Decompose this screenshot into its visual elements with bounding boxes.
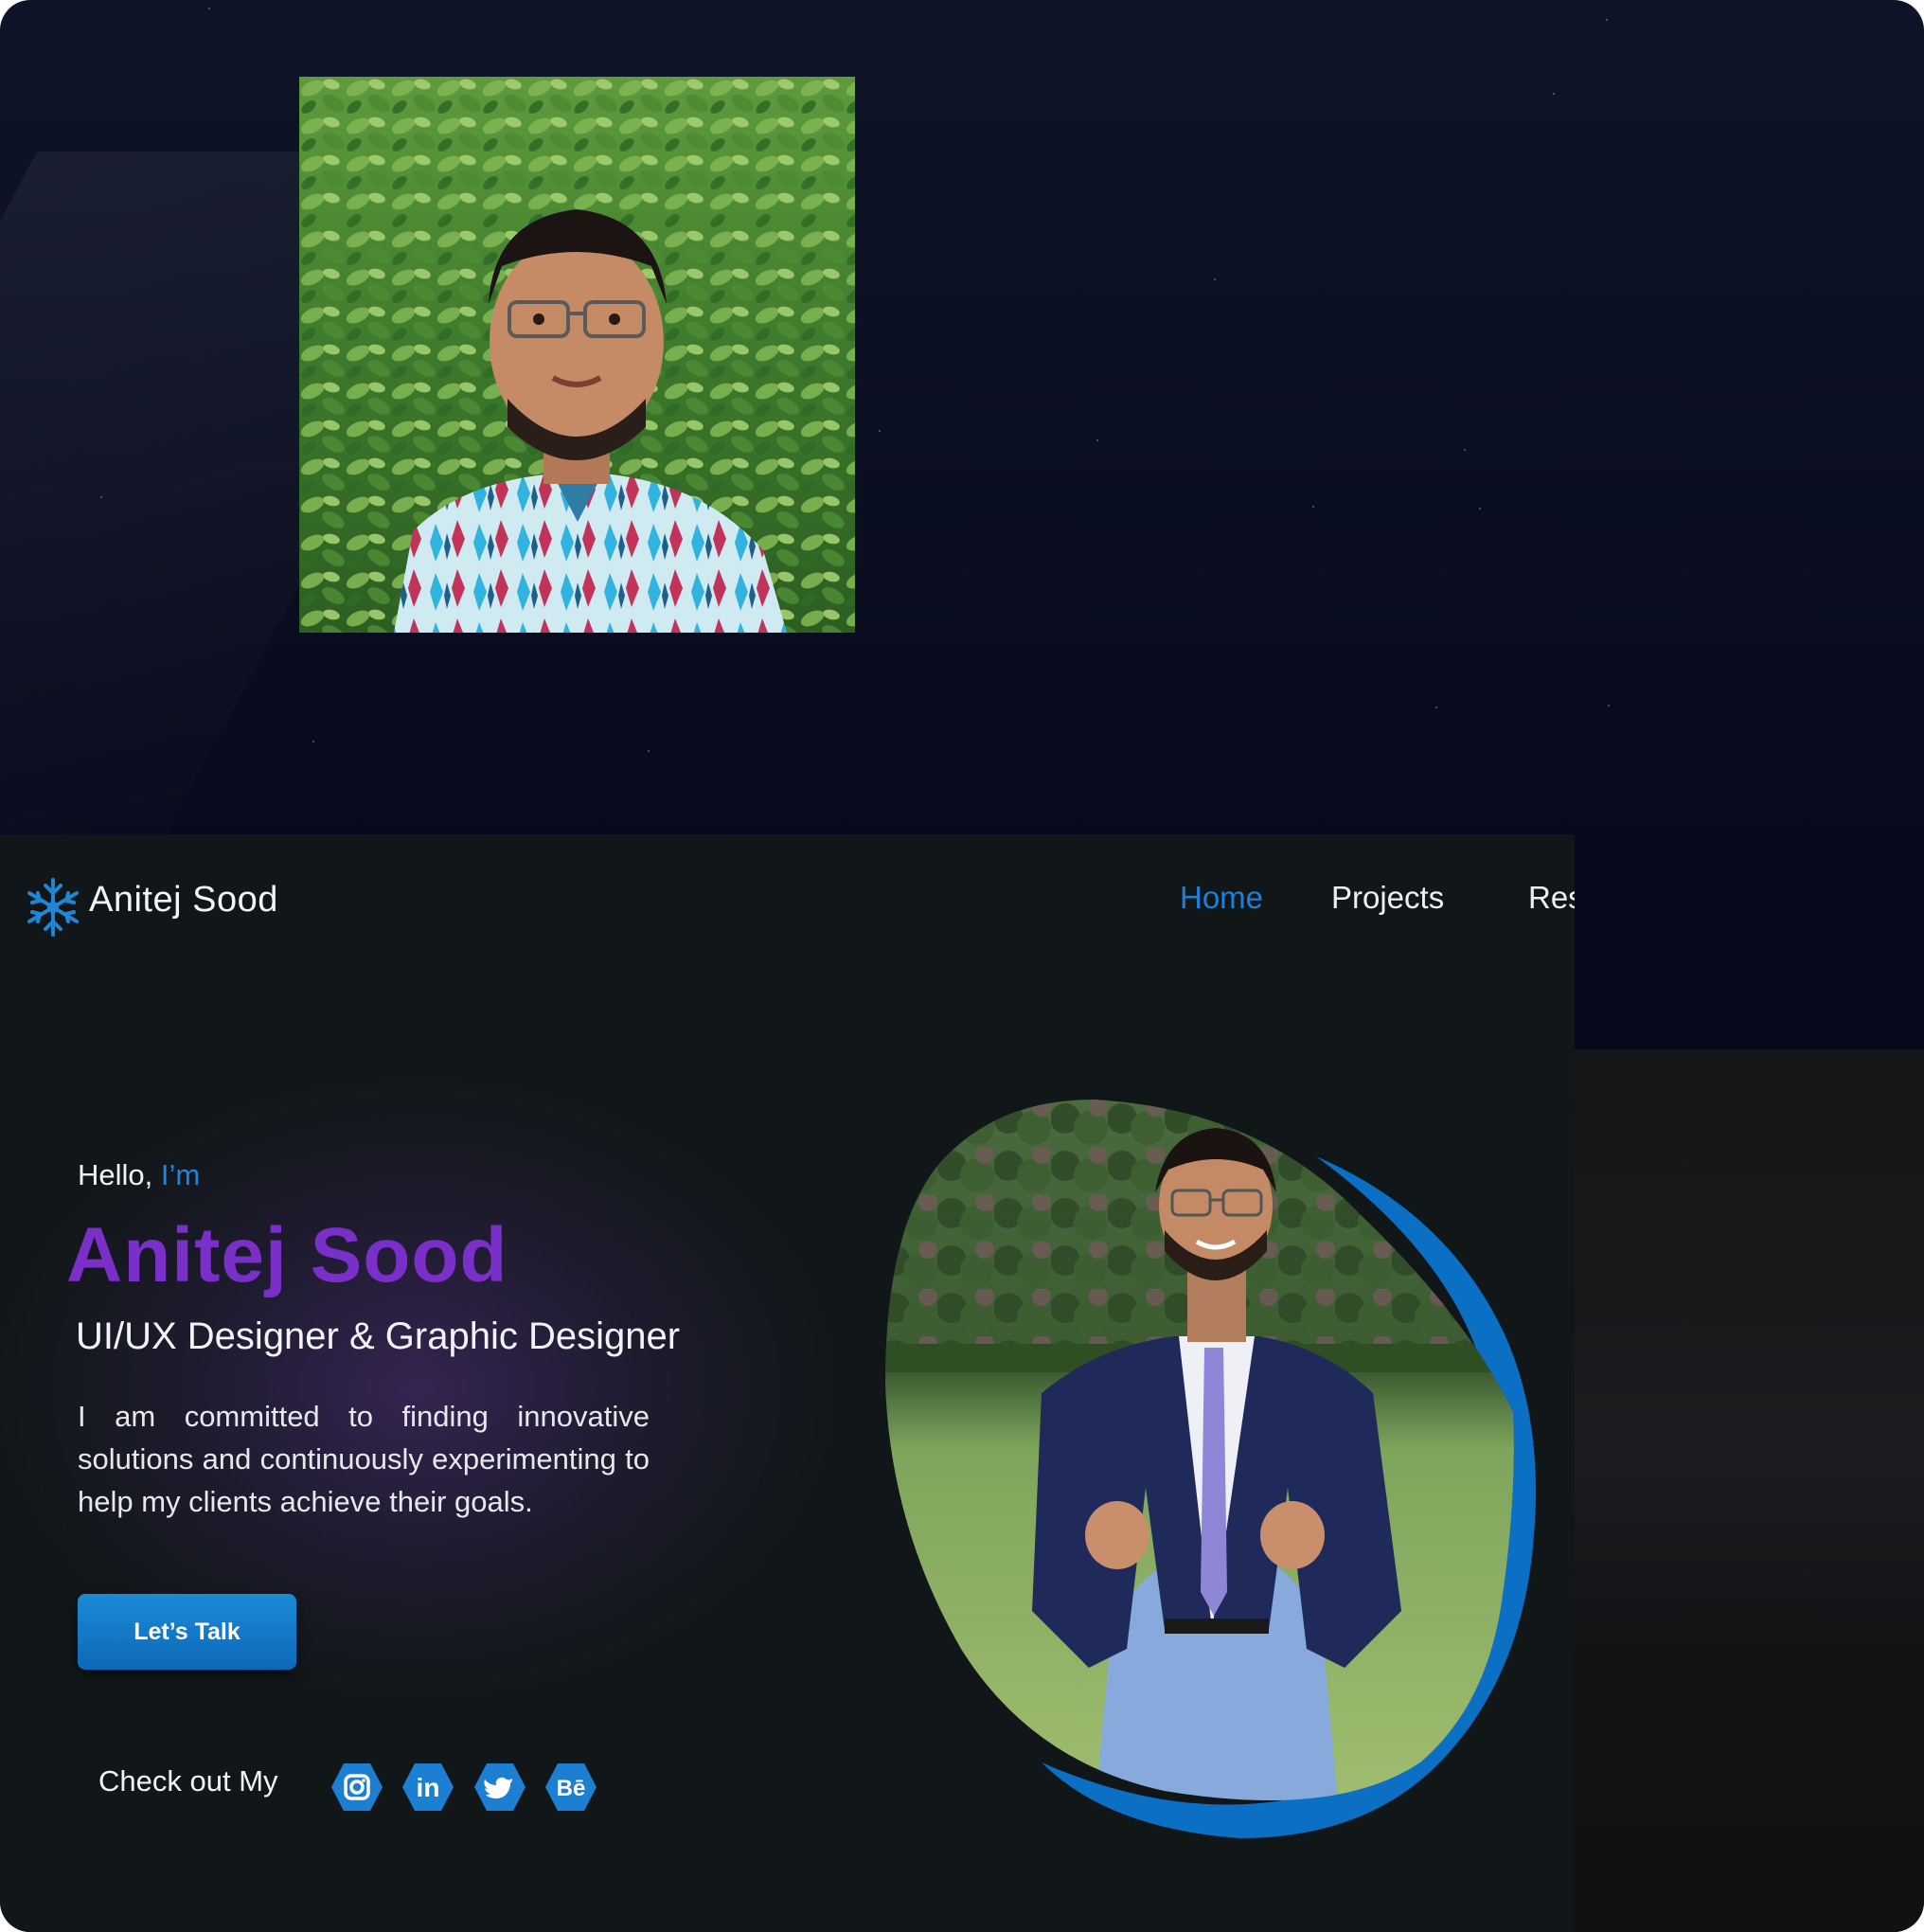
- nav-link-projects[interactable]: Projects: [1331, 880, 1444, 916]
- hero-greeting: Hello, I’m: [78, 1158, 200, 1192]
- greeting-accent: I’m: [160, 1158, 201, 1191]
- behance-icon[interactable]: Bē: [544, 1761, 597, 1814]
- hero-description: I am committed to finding innovative sol…: [78, 1400, 650, 1518]
- hero-role: UI/UX Designer & Graphic Designer: [76, 1315, 681, 1357]
- hero-portrait-blob: [881, 1100, 1575, 1876]
- nav-link-home[interactable]: Home: [1180, 880, 1263, 916]
- snowflake-logo-icon[interactable]: [27, 876, 80, 939]
- behance-glyph: Bē: [557, 1776, 586, 1801]
- twitter-icon[interactable]: [473, 1761, 526, 1814]
- background-shade-panel: [1575, 1049, 1924, 1932]
- nav-link-resume[interactable]: Res: [1528, 880, 1575, 916]
- linkedin-icon[interactable]: in: [401, 1761, 454, 1814]
- greeting-text: Hello,: [78, 1158, 153, 1191]
- social-label: Check out My: [98, 1764, 278, 1798]
- instagram-icon[interactable]: [330, 1761, 383, 1814]
- hero-name: Anitej Sood: [66, 1212, 508, 1298]
- canvas-frame: Anitej Sood Home Projects Res Hello, I’m…: [0, 0, 1924, 1932]
- profile-photo-top: [299, 77, 855, 633]
- linkedin-glyph: in: [417, 1773, 440, 1802]
- portfolio-website: Anitej Sood Home Projects Res Hello, I’m…: [0, 834, 1575, 1932]
- brand-name[interactable]: Anitej Sood: [89, 880, 278, 921]
- lets-talk-button[interactable]: Let’s Talk: [78, 1594, 296, 1670]
